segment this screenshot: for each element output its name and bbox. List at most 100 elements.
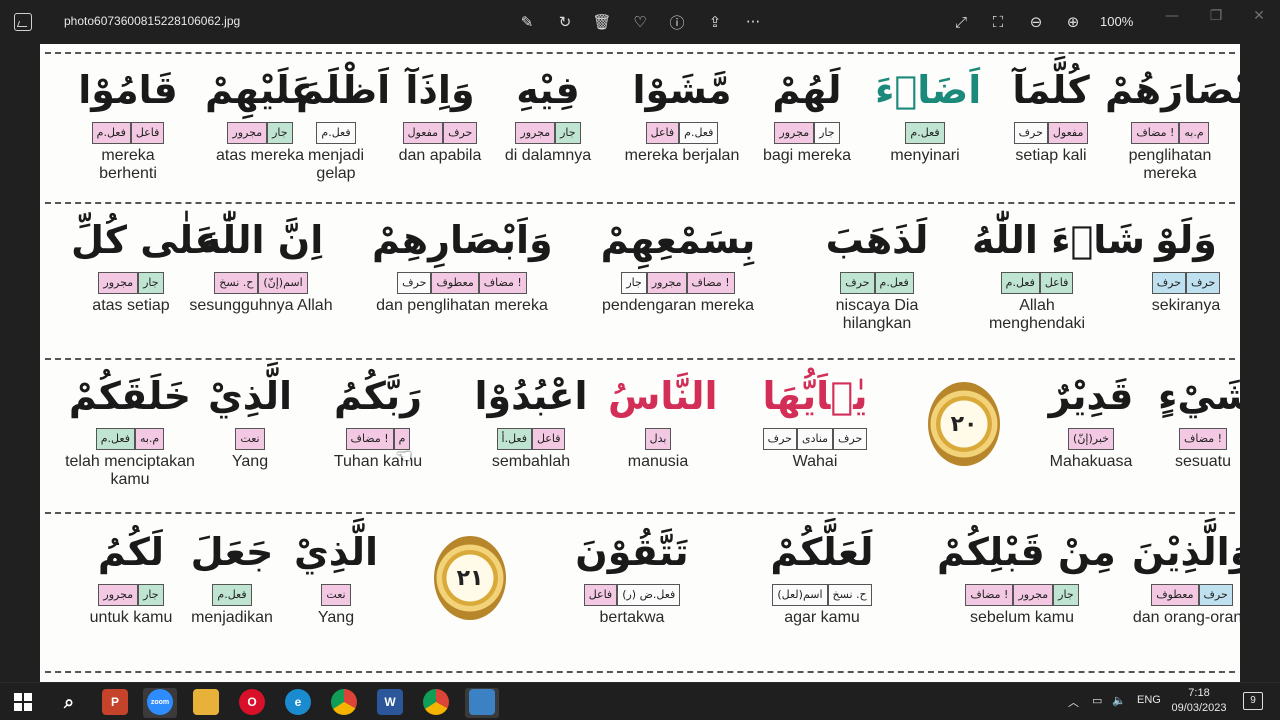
grammar-tags: مفعول حرف	[385, 122, 495, 144]
battery-icon[interactable]: ▭	[1092, 694, 1102, 707]
word-entry: وَاَبْصَارِهِمْ حرف معطوف مضاف ! dan penglih…	[372, 216, 553, 315]
powerpoint-icon[interactable]: P	[102, 689, 128, 715]
translation: atas setiap	[92, 297, 170, 314]
grammar-tags: فاعل فعل.ض (ر)	[552, 584, 712, 606]
grammar-tags: جار مجرور مضاف !	[593, 272, 763, 294]
word-icon[interactable]: W	[377, 689, 403, 715]
more-icon[interactable]: ···	[742, 11, 764, 33]
grammar-tag: حرف	[762, 428, 797, 450]
zoom-in-icon[interactable]: ⊕	[1062, 11, 1084, 33]
arabic-word: وَاِذَآ	[405, 68, 475, 112]
zoom-icon[interactable]: zoom	[147, 689, 173, 715]
grammar-tag: جار	[267, 122, 293, 144]
grammar-tag: فعل.م	[91, 122, 131, 144]
word-entry: عَلٰى كُلِّ مجرور جار atas setiap	[71, 216, 220, 315]
grammar-tags: خبر(إنّ)	[1046, 428, 1136, 450]
grammar-tag: مجرور	[646, 272, 687, 294]
edge-icon[interactable]: e	[285, 689, 311, 715]
arabic-word: لَعَلَّكُمْ	[770, 530, 874, 574]
word-entry: اَبْصَارَهُمْ مضاف !م.به penglihatan merek…	[1105, 66, 1240, 183]
word-entry: لَذَهَبَ حرف فعل.م niscaya Dia hilangkan	[812, 216, 942, 333]
grammar-tag: فعل.أ	[496, 428, 532, 450]
arabic-word: اِنَّ اللّٰهَ	[198, 218, 324, 262]
grammar-tag: مجرور	[227, 122, 268, 144]
grammar-tag: فاعل	[531, 428, 566, 450]
grammar-tag: فعل.م	[905, 122, 945, 144]
info-icon[interactable]: ⓘ	[666, 11, 688, 33]
opera-icon[interactable]: O	[239, 689, 265, 715]
grammar-tag: حرف	[397, 272, 432, 294]
language-indicator[interactable]: ENG	[1137, 694, 1161, 706]
speaker-icon[interactable]: 🔈	[1112, 694, 1126, 707]
image-app-icon	[14, 13, 32, 31]
word-entry: وَلَوْ حرف حرف sekiranya	[1131, 216, 1240, 315]
grammar-tags: فعل.أ فاعل	[471, 428, 591, 450]
chrome-icon[interactable]	[331, 689, 357, 715]
windows-start-icon[interactable]	[10, 689, 36, 715]
translation: sekiranya	[1151, 297, 1221, 314]
grammar-tag: مجرور	[98, 584, 139, 606]
translation: Yang	[317, 609, 355, 626]
grammar-tag: فاعل	[1039, 272, 1074, 294]
word-entry: قَدِيْرٌ خبر(إنّ) Mahakuasa	[1046, 372, 1136, 471]
word-entry: اَضَاۤءَ فعل.م menyinari	[875, 66, 981, 165]
word-entry: وَالَّذِيْنَ معطوفحرف dan orang-orang	[1132, 528, 1240, 627]
arabic-word: الَّذِيْ	[293, 530, 379, 574]
arabic-word: يٰۤاَيُّهَا	[762, 374, 868, 418]
clock-time: 7:18	[1188, 687, 1210, 699]
divider	[45, 358, 1235, 360]
arabic-word: خَلَقَكُمْ	[68, 374, 192, 418]
zoom-out-icon[interactable]: ⊖	[1025, 11, 1047, 33]
minimize-icon[interactable]: —	[1160, 6, 1184, 26]
clock[interactable]: 7:18 09/03/2023	[1164, 686, 1234, 716]
grammar-tag: فاعل	[645, 122, 680, 144]
search-icon[interactable]: ⌕	[56, 689, 82, 715]
word-entry: فِيْهِ مجرور جار di dalamnya	[493, 66, 603, 165]
chevron-up-icon[interactable]: ︿	[1068, 694, 1079, 710]
zoom-level[interactable]: 100%	[1100, 14, 1133, 29]
delete-icon[interactable]: 🗑	[591, 11, 613, 33]
file-explorer-icon[interactable]	[193, 689, 219, 715]
translation: Allah menghendaki	[988, 297, 1086, 332]
grammar-tag: اسم(لعل)	[772, 584, 828, 606]
close-icon[interactable]: ✕	[1247, 6, 1271, 26]
grammar-tag: منادى	[796, 428, 834, 450]
verse-number: ٢١	[456, 565, 484, 591]
translation: di dalamnya	[504, 147, 592, 164]
favorite-icon[interactable]: ♡	[629, 11, 651, 33]
expand-icon[interactable]: ⤢	[950, 11, 972, 33]
share-icon[interactable]: ⇪	[704, 11, 726, 33]
translation: Wahai	[792, 453, 838, 470]
rotate-icon[interactable]: ↻	[554, 11, 576, 33]
grammar-tag: مجرور	[98, 272, 139, 294]
word-entry: النَّاسُ بدل manusia	[608, 372, 718, 471]
grammar-tag: حرف	[833, 428, 868, 450]
photos-icon[interactable]	[469, 689, 495, 715]
word-entry: كُلَّمَآ حرف مفعول setiap kali	[996, 66, 1106, 165]
fullscreen-icon[interactable]: ⛶	[987, 11, 1009, 33]
grammar-tag: جار	[138, 272, 164, 294]
grammar-tag: جار	[621, 272, 647, 294]
edit-icon[interactable]: ✎	[516, 11, 538, 33]
arabic-word: اَظْلَمَ	[296, 68, 391, 112]
notification-icon[interactable]: 9	[1243, 692, 1263, 710]
translation: untuk kamu	[89, 609, 173, 626]
grammar-tag: ح. نسخ	[214, 272, 259, 294]
chrome-profile-icon[interactable]	[423, 689, 449, 715]
grammar-tag: مجرور	[515, 122, 556, 144]
grammar-tag: حرف	[1186, 272, 1221, 294]
file-name: photo6073600815228106062.jpg	[64, 14, 241, 28]
grammar-tag: معطوف	[1151, 584, 1199, 606]
grammar-tag: مضاف !	[478, 272, 527, 294]
grammar-tag: م.به	[1179, 122, 1209, 144]
grammar-tag: فاعل	[583, 584, 618, 606]
maximize-icon[interactable]: ❐	[1204, 6, 1228, 26]
translation: mereka berjalan	[624, 147, 740, 164]
grammar-tag: خبر(إنّ)	[1068, 428, 1114, 450]
image-viewer[interactable]: قَامُوْا فعل.م فاعل mereka berhenti عَلَيْهِ…	[0, 44, 1280, 682]
grammar-tags: ح. نسخ اسم(إنّ)	[186, 272, 336, 294]
arabic-word: وَلَوْ	[1155, 218, 1217, 262]
grammar-tag: فعل.م	[212, 584, 252, 606]
hand-cursor-icon: ☚	[396, 446, 413, 467]
grammar-tags: حرف مفعول	[996, 122, 1106, 144]
